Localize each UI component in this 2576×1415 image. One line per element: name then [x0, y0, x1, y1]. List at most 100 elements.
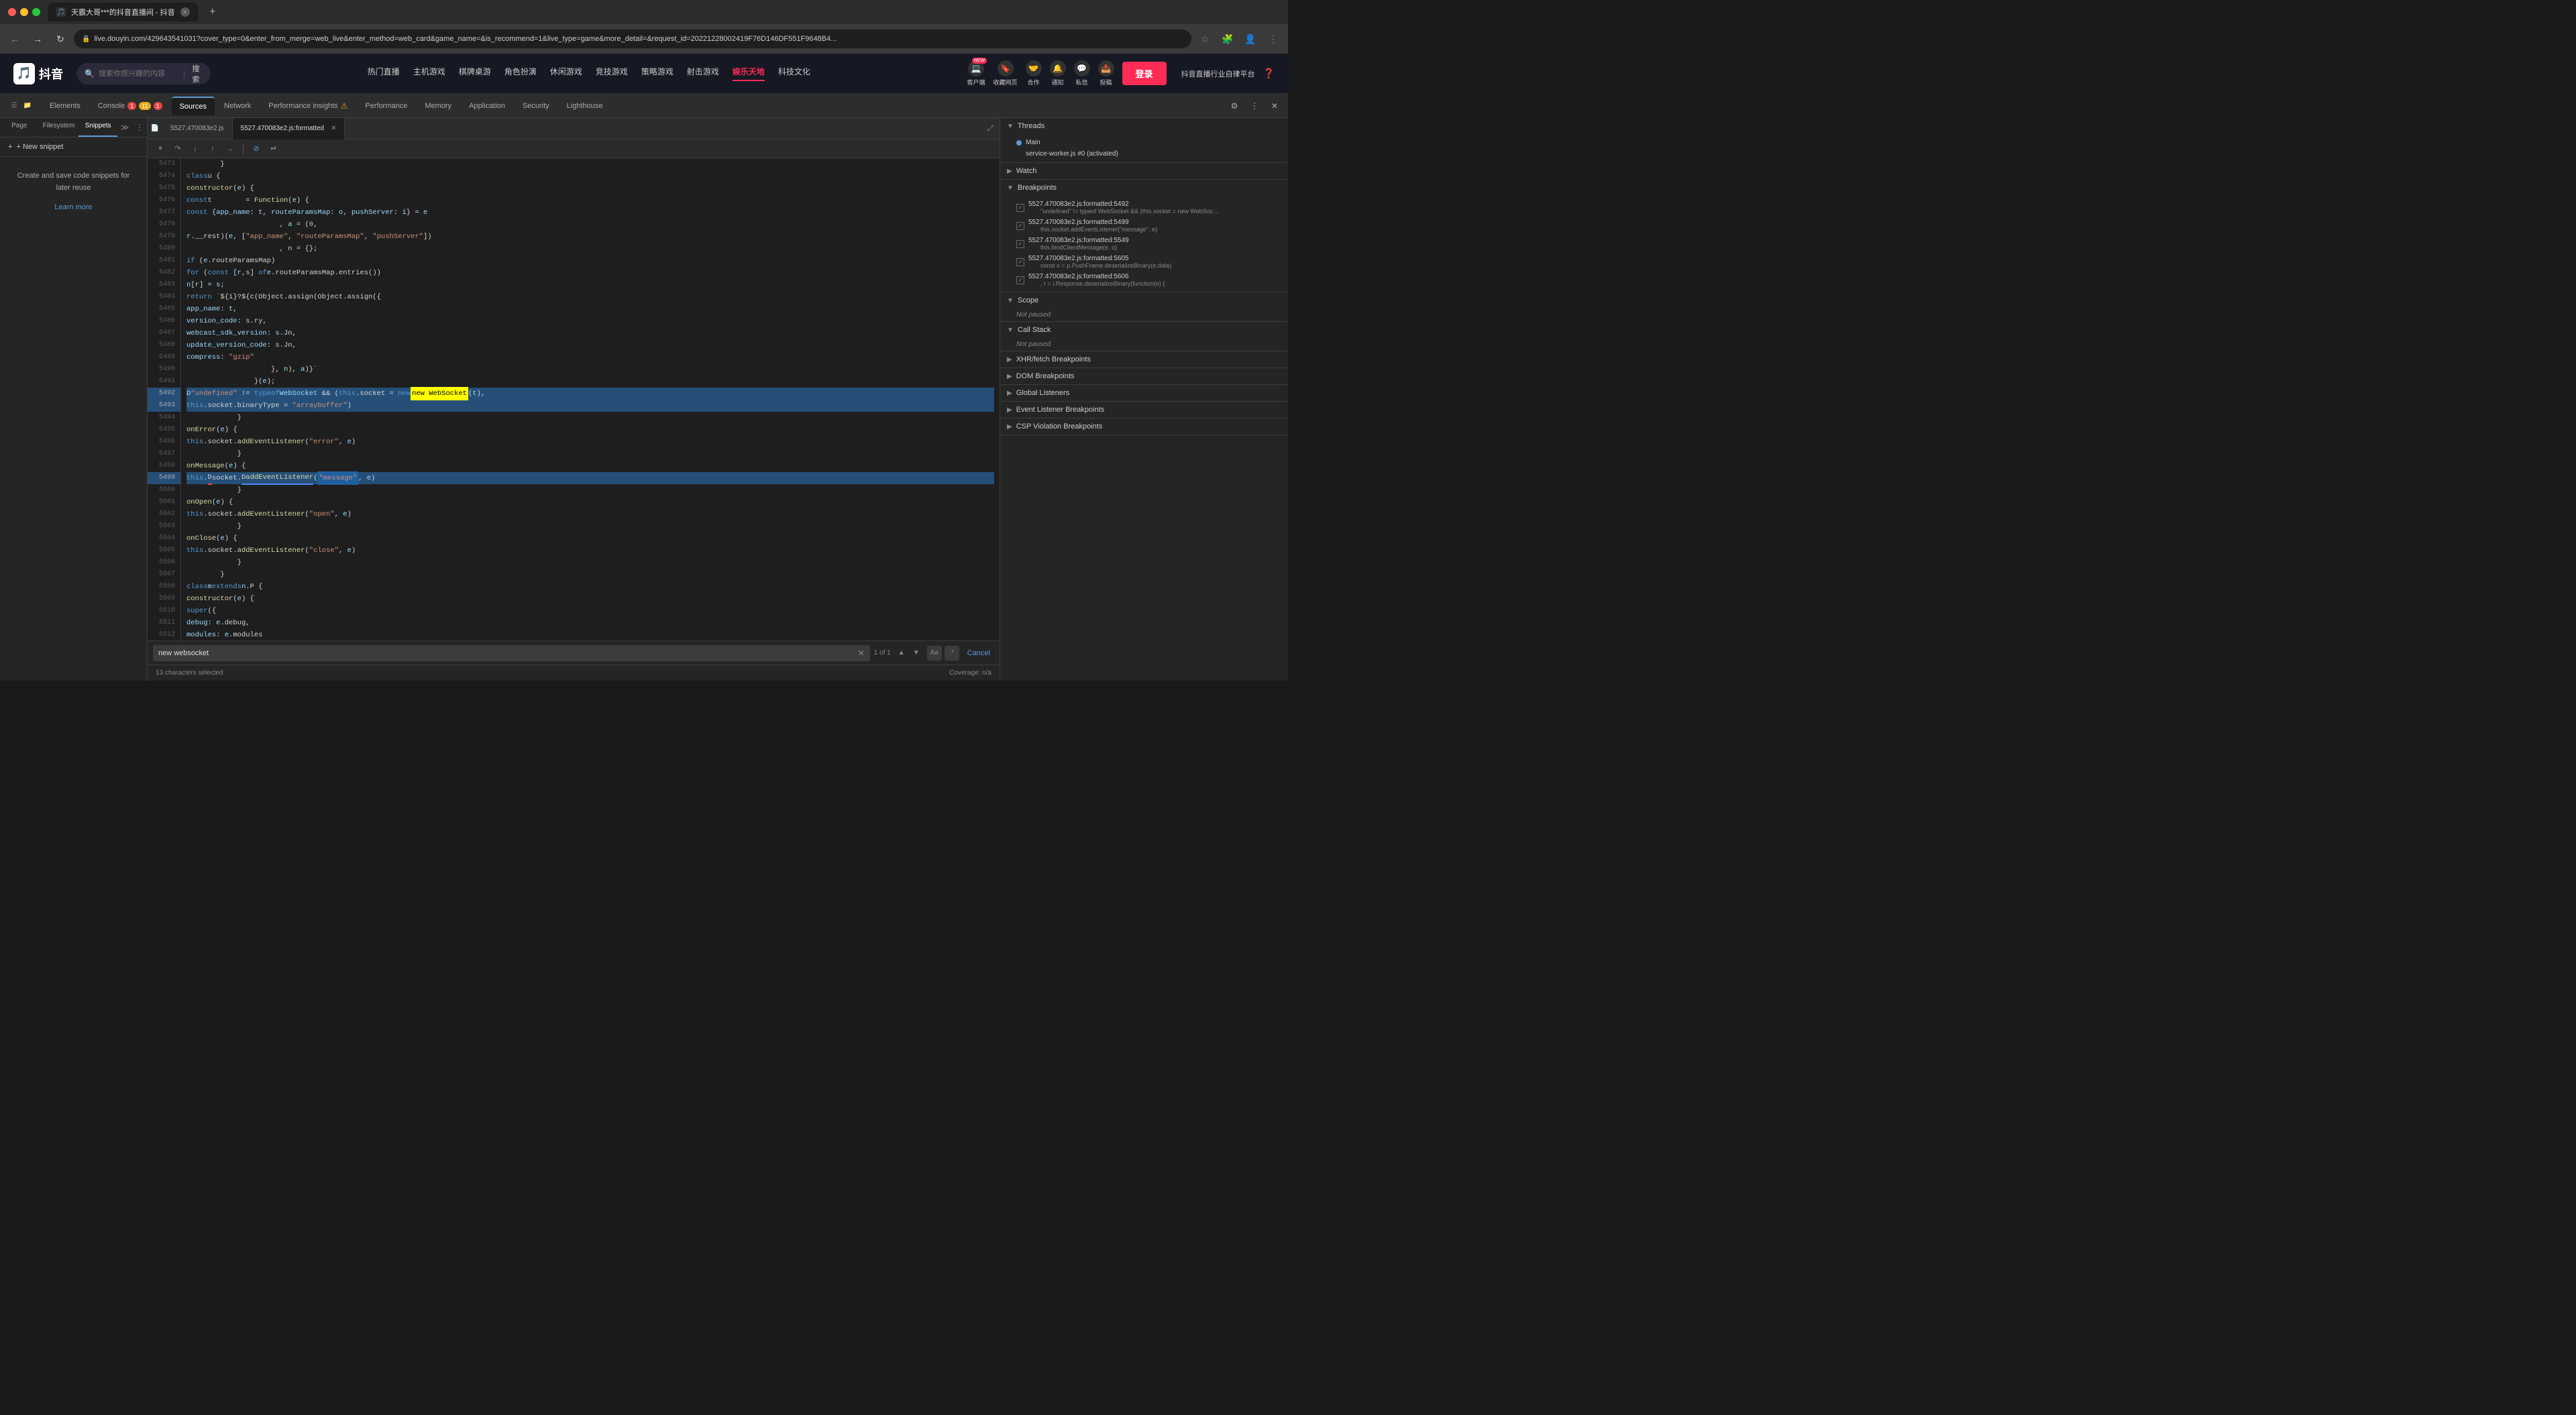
- continue-button[interactable]: →: [223, 142, 237, 156]
- tab-memory[interactable]: Memory: [417, 97, 460, 115]
- nav-item-strategy[interactable]: 策略游戏: [641, 66, 674, 81]
- file-tab-2[interactable]: 5527.470083e2.js:formatted ✕: [233, 118, 345, 139]
- deactivate-button[interactable]: ⊘: [249, 142, 264, 156]
- tab-sources[interactable]: Sources: [172, 97, 215, 115]
- settings-icon[interactable]: ⋮: [1264, 30, 1283, 48]
- nav-item-entertainment[interactable]: 娱乐天地: [733, 66, 765, 81]
- sources-tab-snippets[interactable]: Snippets: [78, 118, 117, 137]
- thread-main[interactable]: Main: [1000, 137, 1288, 148]
- breakpoint-1[interactable]: ✓ 5527.470083e2.js:formatted:5492 "undef…: [1000, 199, 1288, 217]
- more-button[interactable]: ⋮: [1246, 98, 1263, 114]
- refresh-button[interactable]: ↻: [51, 30, 70, 48]
- nav-item-competitive[interactable]: 竞技游戏: [596, 66, 628, 81]
- sources-tab-filesystem[interactable]: Filesystem: [39, 118, 79, 137]
- code-content[interactable]: } class u { constructor(e) { const t = F…: [181, 158, 1000, 640]
- step-out-button[interactable]: ↑: [205, 142, 220, 156]
- sources-more-menu[interactable]: ⋮: [132, 118, 147, 137]
- bp2-checkbox[interactable]: ✓: [1016, 222, 1024, 230]
- client-action[interactable]: 💻 NEW 客户端: [967, 60, 985, 87]
- settings-button[interactable]: ⚙: [1226, 98, 1242, 114]
- forward-button[interactable]: →: [28, 30, 47, 48]
- csp-header[interactable]: ▶ CSP Violation Breakpoints: [1000, 418, 1288, 435]
- fullscreen-traffic-light[interactable]: [32, 8, 40, 16]
- search-prev-button[interactable]: ▲: [895, 646, 908, 660]
- tab-performance-insights[interactable]: Performance insights ⚠: [260, 97, 356, 115]
- event-breakpoints-header[interactable]: ▶ Event Listener Breakpoints: [1000, 402, 1288, 418]
- pause-on-exceptions[interactable]: ⏯: [266, 142, 281, 156]
- search-input[interactable]: [99, 70, 179, 78]
- tab-network[interactable]: Network: [216, 97, 259, 115]
- cancel-search-button[interactable]: Cancel: [963, 649, 994, 657]
- global-listeners-header[interactable]: ▶ Global Listeners: [1000, 385, 1288, 401]
- bp5-checkbox[interactable]: ✓: [1016, 276, 1024, 284]
- xhr-header[interactable]: ▶ XHR/fetch Breakpoints: [1000, 351, 1288, 367]
- clear-search-button[interactable]: ✕: [858, 648, 865, 658]
- new-tab-button[interactable]: +: [203, 3, 222, 21]
- notification-action[interactable]: 🔔 通知: [1050, 60, 1066, 87]
- nav-item-console[interactable]: 主机游戏: [413, 66, 445, 81]
- partner-action[interactable]: 🤝 合作: [1026, 60, 1042, 87]
- breakpoint-3[interactable]: ✓ 5527.470083e2.js:formatted:5549 this.b…: [1000, 235, 1288, 253]
- site-search-bar[interactable]: 🔍 | 搜索: [76, 63, 211, 84]
- nav-item-casual[interactable]: 休闲游戏: [550, 66, 582, 81]
- tab-security[interactable]: Security: [515, 97, 557, 115]
- tab-console[interactable]: Console 1 11 1: [90, 97, 170, 115]
- browser-tab[interactable]: 🎵 天霸大哥***的抖音直播间 - 抖音 ✕: [48, 3, 198, 21]
- watch-header[interactable]: ▶ Watch: [1000, 163, 1288, 179]
- nav-item-role[interactable]: 角色扮演: [504, 66, 537, 81]
- bookmark-action[interactable]: 🔖 收藏网页: [994, 60, 1018, 87]
- learn-more-link[interactable]: Learn more: [54, 202, 92, 214]
- help-icon[interactable]: ❓: [1263, 68, 1275, 79]
- scope-header[interactable]: ▼ Scope: [1000, 292, 1288, 308]
- message-action[interactable]: 💬 私信: [1074, 60, 1090, 87]
- bp3-checkbox[interactable]: ✓: [1016, 240, 1024, 248]
- login-button[interactable]: 登录: [1122, 62, 1167, 85]
- sources-tab-page[interactable]: Page: [0, 118, 39, 137]
- tab-lighthouse[interactable]: Lighthouse: [559, 97, 611, 115]
- back-button[interactable]: ←: [5, 30, 24, 48]
- breakpoint-5[interactable]: ✓ 5527.470083e2.js:formatted:5606 , r = …: [1000, 271, 1288, 289]
- search-next-button[interactable]: ▼: [910, 646, 923, 660]
- call-stack-header[interactable]: ▼ Call Stack: [1000, 322, 1288, 338]
- devtools-nav-icon-2[interactable]: 📁: [21, 100, 34, 112]
- step-over-button[interactable]: ↷: [170, 142, 185, 156]
- nav-item-chess[interactable]: 棋牌桌游: [459, 66, 491, 81]
- user-icon[interactable]: 👤: [1241, 30, 1260, 48]
- search-button[interactable]: 搜索: [189, 63, 203, 84]
- new-snippet-button[interactable]: + + New snippet: [0, 137, 147, 157]
- thread-service-worker[interactable]: service-worker.js #0 (activated): [1000, 148, 1288, 160]
- nav-item-shooter[interactable]: 射击游戏: [687, 66, 719, 81]
- tab-close-button[interactable]: ✕: [180, 7, 190, 17]
- step-into-button[interactable]: ↓: [188, 142, 203, 156]
- threads-header[interactable]: ▼ Threads: [1000, 118, 1288, 134]
- bookmark-icon[interactable]: ☆: [1195, 30, 1214, 48]
- tab-performance[interactable]: Performance: [357, 97, 415, 115]
- minimize-traffic-light[interactable]: [20, 8, 28, 16]
- platform-link[interactable]: 抖音直播行业自律平台: [1181, 68, 1255, 79]
- file-tab-1[interactable]: 5527.470083e2.js: [162, 118, 233, 139]
- search-query-input[interactable]: [158, 649, 855, 657]
- regex-button[interactable]: .*: [945, 646, 959, 661]
- sources-overflow-menu[interactable]: ≫: [117, 118, 132, 137]
- extension-icon[interactable]: 🧩: [1218, 30, 1237, 48]
- expand-editor-button[interactable]: ⤢: [981, 118, 1000, 139]
- tab-elements[interactable]: Elements: [42, 97, 89, 115]
- breakpoint-4[interactable]: ✓ 5527.470083e2.js:formatted:5605 const …: [1000, 253, 1288, 271]
- bp1-checkbox[interactable]: ✓: [1016, 204, 1024, 212]
- pause-button[interactable]: ⏸: [153, 142, 168, 156]
- dom-header[interactable]: ▶ DOM Breakpoints: [1000, 368, 1288, 384]
- breakpoints-header[interactable]: ▼ Breakpoints: [1000, 180, 1288, 196]
- nav-item-hot[interactable]: 热门直播: [368, 66, 400, 81]
- tab-application[interactable]: Application: [461, 97, 513, 115]
- nav-item-tech[interactable]: 科技文化: [778, 66, 810, 81]
- devtools-nav-icon-1[interactable]: ☰: [8, 100, 20, 112]
- search-input-wrap[interactable]: ✕: [153, 645, 870, 661]
- close-devtools-button[interactable]: ✕: [1267, 98, 1283, 114]
- match-case-button[interactable]: Aa: [927, 646, 942, 661]
- breakpoint-2[interactable]: ✓ 5527.470083e2.js:formatted:5499 this.s…: [1000, 217, 1288, 235]
- close-traffic-light[interactable]: [8, 8, 16, 16]
- url-bar[interactable]: 🔒 live.douyin.com/429643541031?cover_typ…: [74, 30, 1191, 48]
- upload-action[interactable]: 📤 投稿: [1098, 60, 1114, 87]
- file-tab-2-close[interactable]: ✕: [331, 125, 336, 132]
- bp4-checkbox[interactable]: ✓: [1016, 258, 1024, 266]
